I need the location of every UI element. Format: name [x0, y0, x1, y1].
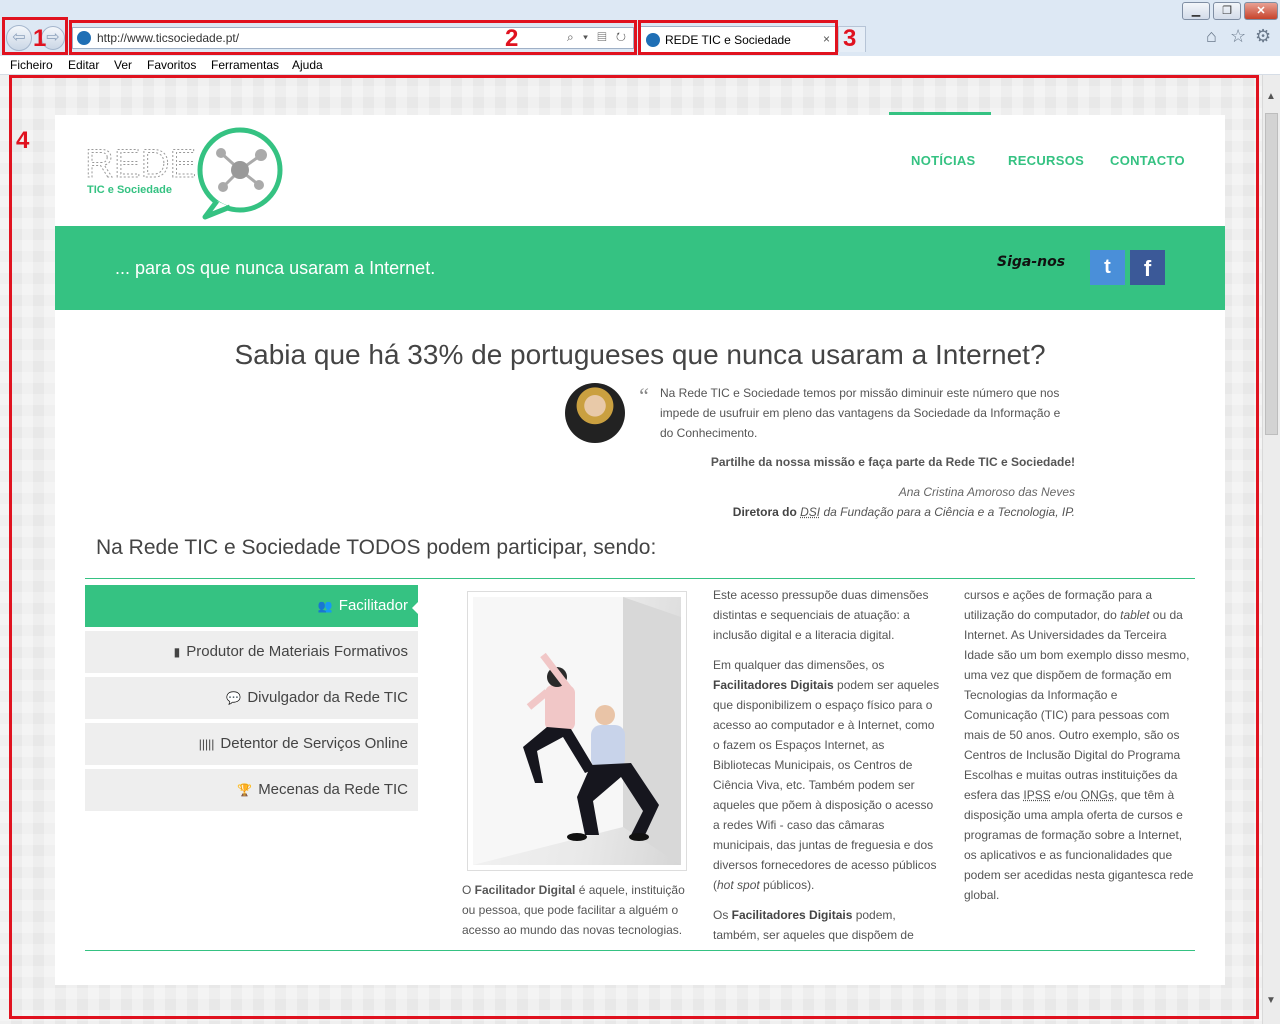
close-window-button[interactable]: ✕: [1244, 2, 1278, 20]
scroll-down-icon[interactable]: ▼: [1266, 995, 1276, 1006]
menu-ficheiro[interactable]: Ficheiro: [10, 58, 53, 72]
scrollbar-thumb[interactable]: [1265, 113, 1278, 435]
star-icon[interactable]: ☆: [1230, 26, 1246, 47]
callout-box-4: [9, 75, 1259, 1019]
callout-number-4: 4: [16, 127, 30, 154]
menu-bar: Ficheiro Editar Ver Favoritos Ferramenta…: [0, 56, 1280, 75]
gear-icon[interactable]: ⚙: [1255, 26, 1271, 47]
minimize-button[interactable]: ▁: [1182, 2, 1210, 20]
menu-ferramentas[interactable]: Ferramentas: [211, 58, 279, 72]
callout-box-3: [638, 20, 838, 55]
menu-favoritos[interactable]: Favoritos: [147, 58, 196, 72]
home-icon[interactable]: ⌂: [1206, 26, 1217, 47]
menu-editar[interactable]: Editar: [68, 58, 99, 72]
menu-ver[interactable]: Ver: [114, 58, 132, 72]
callout-number-3: 3: [843, 25, 857, 52]
callout-number-1: 1: [33, 25, 47, 52]
maximize-button[interactable]: ❐: [1213, 2, 1241, 20]
callout-box-2: [69, 20, 637, 55]
menu-ajuda[interactable]: Ajuda: [292, 58, 323, 72]
vertical-scrollbar[interactable]: ▲ ▼: [1262, 75, 1280, 1024]
scroll-up-icon[interactable]: ▲: [1266, 91, 1276, 102]
callout-number-2: 2: [505, 25, 519, 52]
